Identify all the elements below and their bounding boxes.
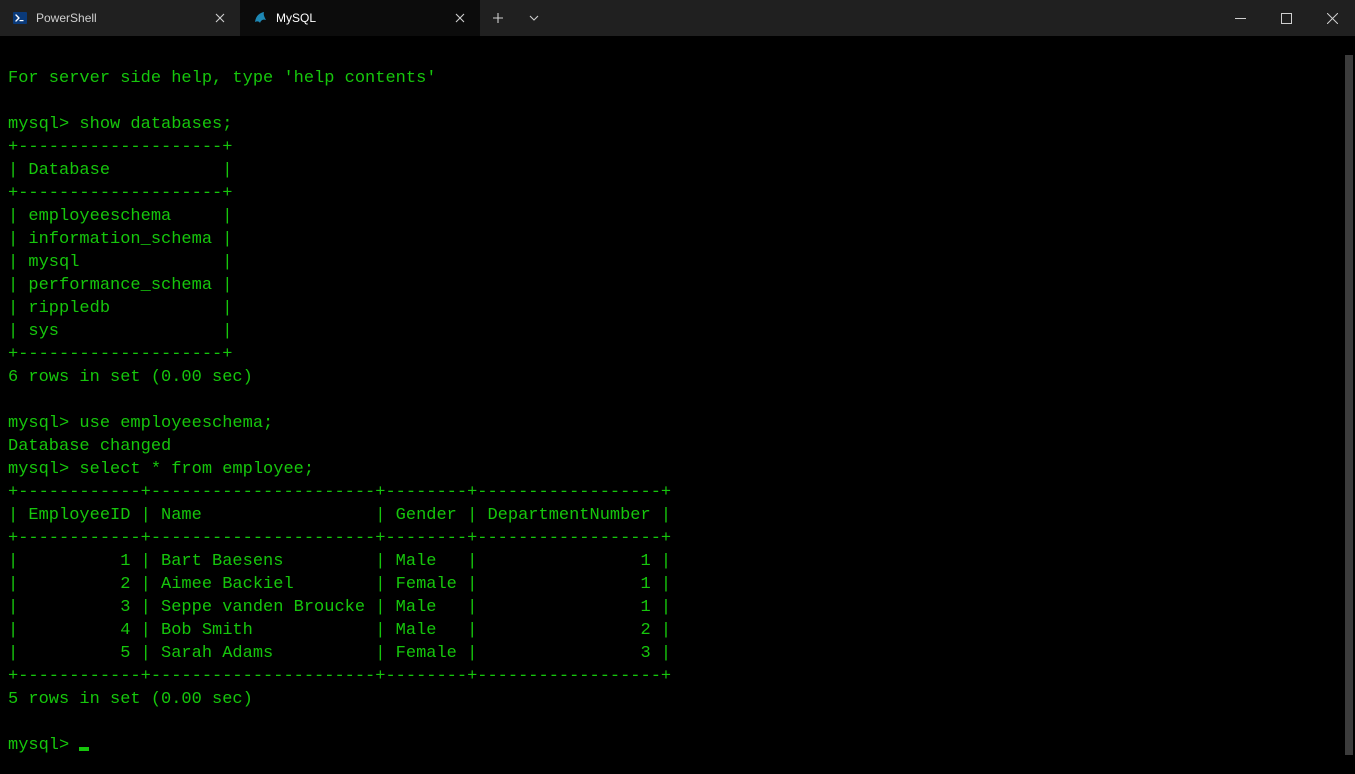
tab-mysql[interactable]: MySQL — [240, 0, 480, 36]
tab-dropdown-button[interactable] — [516, 0, 552, 36]
terminal-output[interactable]: For server side help, type 'help content… — [0, 36, 1355, 774]
maximize-button[interactable] — [1263, 0, 1309, 36]
tab-label: MySQL — [276, 11, 442, 25]
terminal-text: For server side help, type 'help content… — [8, 69, 671, 755]
tab-powershell[interactable]: PowerShell — [0, 0, 240, 36]
new-tab-button[interactable] — [480, 0, 516, 36]
minimize-button[interactable] — [1217, 0, 1263, 36]
close-icon[interactable] — [210, 8, 230, 28]
tab-label: PowerShell — [36, 11, 202, 25]
scrollbar-thumb[interactable] — [1345, 55, 1353, 755]
titlebar-drag-region[interactable] — [552, 0, 1217, 36]
cursor-icon — [79, 747, 89, 751]
mysql-icon — [252, 10, 268, 26]
window-titlebar: PowerShell MySQL — [0, 0, 1355, 36]
powershell-icon — [12, 10, 28, 26]
close-icon[interactable] — [450, 8, 470, 28]
close-window-button[interactable] — [1309, 0, 1355, 36]
